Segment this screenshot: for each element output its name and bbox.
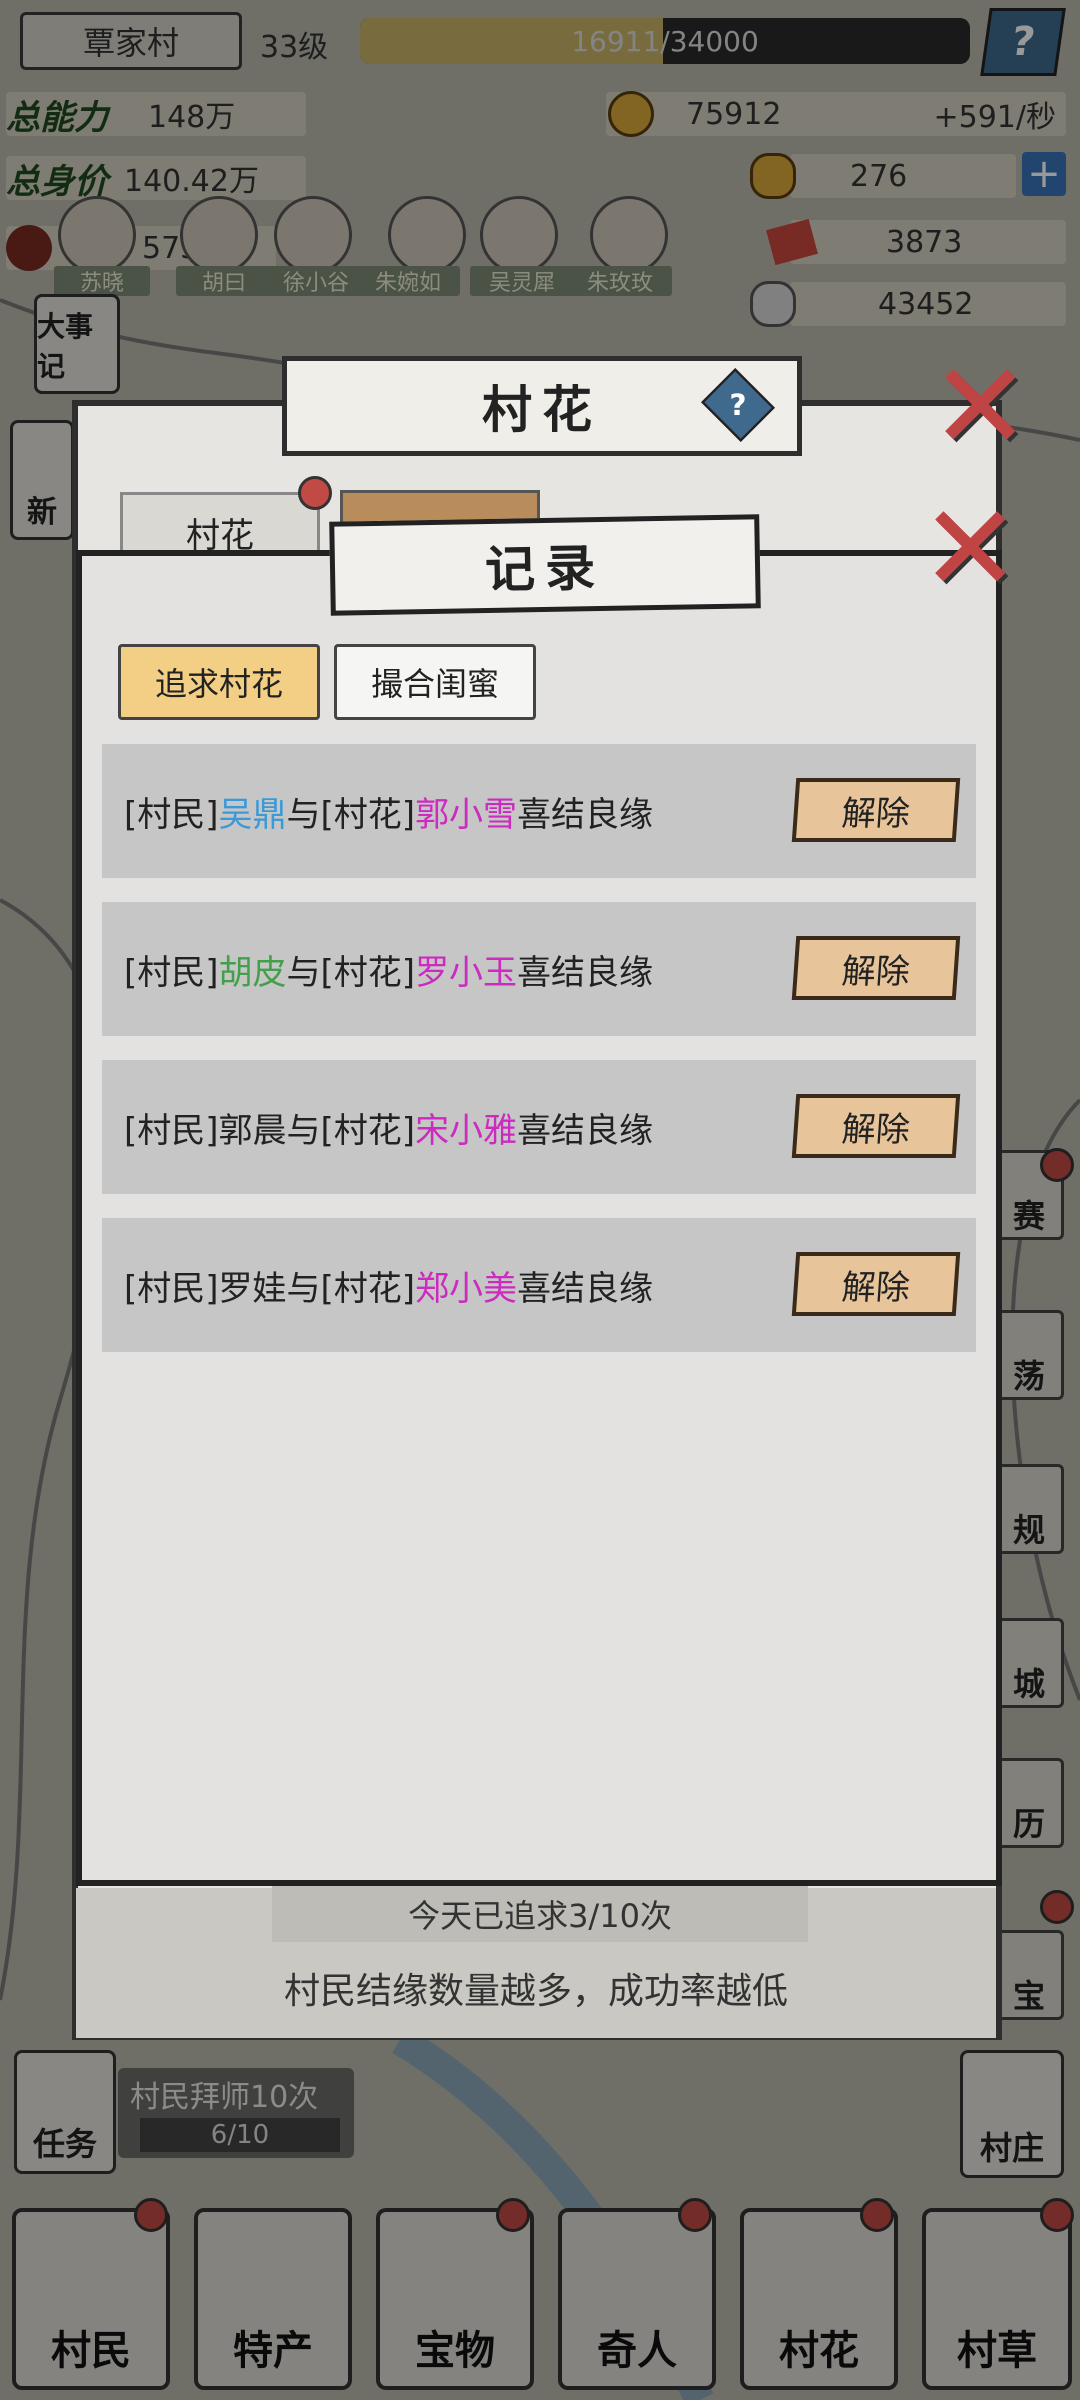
attempts-counter: 今天已追求3/10次 <box>272 1886 808 1942</box>
record-text: [村民] 罗娃与 [村花] 郑小美 喜结良缘 <box>124 1218 653 1352</box>
flower-name: 宋小雅 <box>415 1110 518 1151</box>
dissolve-button[interactable]: 解除 <box>791 1094 961 1158</box>
record-row: [村民] 郭晨与 [村花] 宋小雅 喜结良缘 解除 <box>102 1060 976 1194</box>
tab-pursue-flower[interactable]: 追求村花 <box>118 644 320 720</box>
record-row: [村民] 罗娃与 [村花] 郑小美 喜结良缘 解除 <box>102 1218 976 1352</box>
dissolve-button[interactable]: 解除 <box>791 936 961 1000</box>
dissolve-button[interactable]: 解除 <box>791 778 961 842</box>
close-icon[interactable]: ✕ <box>920 490 1021 610</box>
notification-dot <box>298 476 332 510</box>
record-title: 记录 <box>329 514 761 616</box>
flower-name: 罗小玉 <box>415 952 518 993</box>
record-row: [村民] 胡皮与 [村花] 罗小玉 喜结良缘 解除 <box>102 902 976 1036</box>
villager-name: 罗娃 <box>218 1268 287 1309</box>
dissolve-button[interactable]: 解除 <box>791 1252 961 1316</box>
close-icon[interactable]: ✕ <box>930 348 1031 468</box>
success-rate-hint: 村民结缘数量越多，成功率越低 <box>283 1971 788 2012</box>
flower-name: 郭小雪 <box>415 794 518 835</box>
record-text: [村民] 胡皮与 [村花] 罗小玉 喜结良缘 <box>124 902 653 1036</box>
villager-name: 胡皮 <box>218 952 287 993</box>
tab-match-bestie[interactable]: 撮合闺蜜 <box>334 644 536 720</box>
villager-name: 郭晨 <box>218 1110 287 1151</box>
record-text: [村民] 郭晨与 [村花] 宋小雅 喜结良缘 <box>124 1060 653 1194</box>
record-text: [村民] 吴鼎与 [村花] 郭小雪 喜结良缘 <box>124 744 653 878</box>
record-row: [村民] 吴鼎与 [村花] 郭小雪 喜结良缘 解除 <box>102 744 976 878</box>
villager-name: 吴鼎 <box>218 794 287 835</box>
flower-name: 郑小美 <box>415 1268 518 1309</box>
